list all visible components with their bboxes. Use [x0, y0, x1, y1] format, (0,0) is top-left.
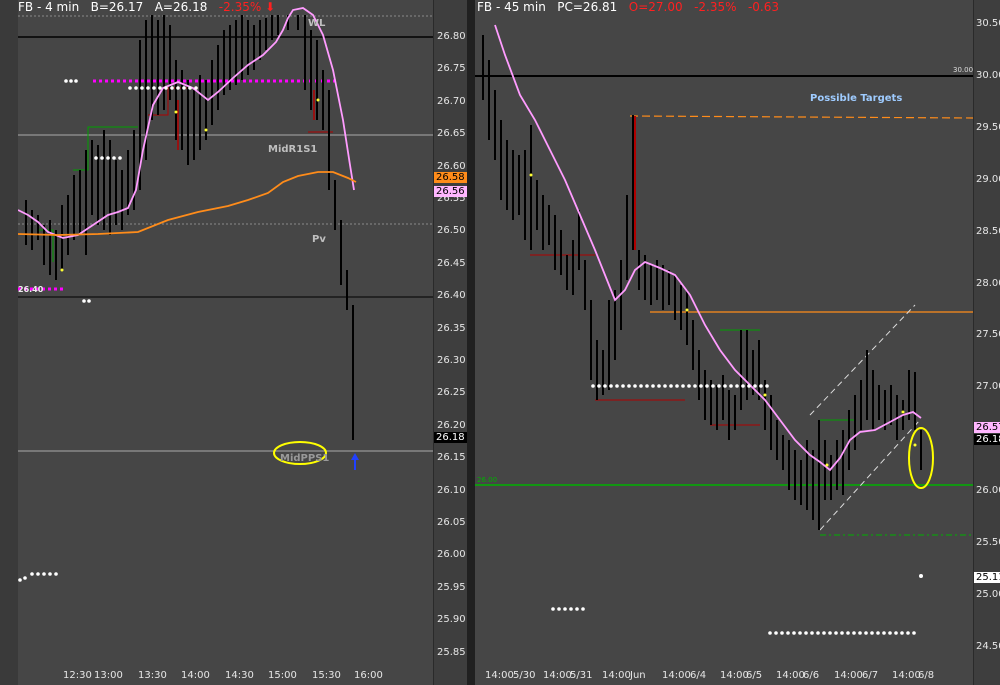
level-label-midpps1: MidPPS1 — [280, 453, 330, 464]
x-tick: 14:00 — [602, 670, 631, 681]
y-tick: 26.80 — [437, 31, 466, 42]
chart-header-4min: FB - 4 min B=26.17 A=26.18 -2.35% ⬇ — [18, 0, 275, 14]
y-tick: 26.00 — [437, 549, 466, 561]
level-label-top: 30.00 — [953, 66, 973, 74]
y-tick: 30.00 — [976, 69, 1000, 81]
chart-header-45min: FB - 45 min PC=26.81 O=27.00 -2.35% -0.6… — [477, 0, 779, 14]
y-tick: 29.50 — [976, 121, 1000, 133]
x-tick: 14:30 — [225, 670, 254, 681]
y-tick: 29.00 — [976, 173, 1000, 185]
x-tick: 15:00 — [268, 670, 297, 681]
x-tick: 6/5 — [746, 670, 763, 681]
x-tick: 12:30 — [63, 670, 92, 681]
y-tick: 27.00 — [976, 381, 1000, 393]
y-tick: 25.85 — [437, 646, 466, 658]
x-tick: 14:00 — [892, 670, 921, 681]
y-tick: 26.25 — [437, 387, 466, 399]
open-value: O=27.00 — [628, 0, 683, 14]
chart-panel-4min[interactable]: FB - 4 min B=26.17 A=26.18 -2.35% ⬇ WL M… — [18, 0, 433, 685]
x-tick: 5/31 — [570, 670, 593, 681]
y-tick: 25.90 — [437, 614, 466, 626]
y-tick: 26.65 — [437, 128, 466, 140]
annotation-possible-targets: Possible Targets — [810, 93, 903, 104]
y-tick: 24.50 — [976, 640, 1000, 652]
price-tag-white-45min: 25.11 — [974, 572, 1000, 583]
y-tick: 26.50 — [437, 225, 466, 237]
ma-pink-45min — [494, 24, 922, 472]
down-arrow-icon: ⬇ — [265, 0, 276, 14]
y-tick: 26.05 — [437, 517, 466, 528]
price-axis-45min[interactable]: 30.50 30.00 29.50 29.00 28.50 28.00 27.50 27.00… — [973, 0, 1000, 685]
x-tick: 6/7 — [862, 670, 879, 681]
change-pct-45min: -2.35% — [694, 0, 737, 14]
y-tick: 26.15 — [437, 452, 466, 464]
y-tick: 26.45 — [437, 257, 466, 269]
symbol-timeframe: FB - 4 min — [18, 0, 80, 14]
y-tick: 28.00 — [976, 277, 1000, 289]
y-tick: 25.50 — [976, 537, 1000, 548]
x-tick: 14:00 — [485, 670, 514, 681]
x-tick: 16:00 — [354, 670, 383, 681]
y-tick: 26.00 — [976, 485, 1000, 497]
x-tick: 14:00 — [720, 670, 749, 681]
price-tag-orange-ma: 26.58 — [434, 172, 467, 183]
chart-divider[interactable] — [467, 0, 475, 685]
level-label-wl: WL — [308, 18, 326, 29]
level-label-support: 26.40 — [18, 285, 44, 294]
y-tick: 28.50 — [976, 225, 1000, 237]
x-tick: 14:00 — [834, 670, 863, 681]
price-tag-last-45min: 26.18 — [974, 434, 1000, 445]
change-value: -0.63 — [747, 0, 780, 14]
y-tick: 26.20 — [437, 419, 466, 431]
x-tick: 14:00 — [776, 670, 805, 681]
x-tick: 6/4 — [690, 670, 707, 681]
level-label-green: 26.00 — [477, 476, 498, 484]
prev-close: PC=26.81 — [557, 0, 618, 14]
level-label-pv: Pv — [312, 234, 326, 245]
x-tick: 13:00 — [94, 670, 123, 681]
x-tick: 5/30 — [513, 670, 536, 681]
symbol-timeframe-45min: FB - 45 min — [477, 0, 546, 14]
y-tick: 25.95 — [437, 581, 466, 593]
y-tick: 26.10 — [437, 484, 466, 496]
x-tick: 14:00 — [662, 670, 691, 681]
x-tick: Jun — [630, 670, 646, 681]
change-pct: -2.35% — [218, 0, 262, 14]
y-tick: 26.35 — [437, 322, 466, 334]
x-tick: 6/8 — [918, 670, 935, 681]
y-tick: 26.60 — [437, 160, 466, 172]
bid-value: B=26.17 — [90, 0, 144, 14]
y-tick: 26.70 — [437, 95, 466, 107]
y-tick: 26.75 — [437, 63, 466, 75]
ask-value: A=26.18 — [154, 0, 208, 14]
x-tick: 13:30 — [138, 670, 167, 681]
y-tick: 26.40 — [437, 290, 466, 302]
x-tick: 14:00 — [181, 670, 210, 681]
x-tick: 6/6 — [803, 670, 820, 681]
x-tick: 14:00 — [543, 670, 572, 681]
y-tick: 25.00 — [976, 588, 1000, 600]
price-tag-pink-ma: 26.56 — [434, 186, 467, 197]
chart-panel-45min[interactable]: FB - 45 min PC=26.81 O=27.00 -2.35% -0.6… — [475, 0, 973, 685]
left-edge-gutter — [0, 0, 18, 685]
price-tag-pink-45min: 26.57 — [974, 422, 1000, 433]
price-axis-4min[interactable]: 26.80 26.75 26.70 26.65 26.60 26.55 26.50 26.45… — [433, 0, 468, 685]
y-tick: 26.30 — [437, 355, 466, 366]
y-tick: 30.50 — [976, 18, 1000, 29]
price-plot-4min — [18, 7, 433, 582]
x-tick: 15:30 — [312, 670, 341, 681]
y-tick: 27.50 — [976, 329, 1000, 341]
price-tag-last: 26.18 — [434, 432, 467, 443]
level-label-midr1s1: MidR1S1 — [268, 144, 318, 155]
